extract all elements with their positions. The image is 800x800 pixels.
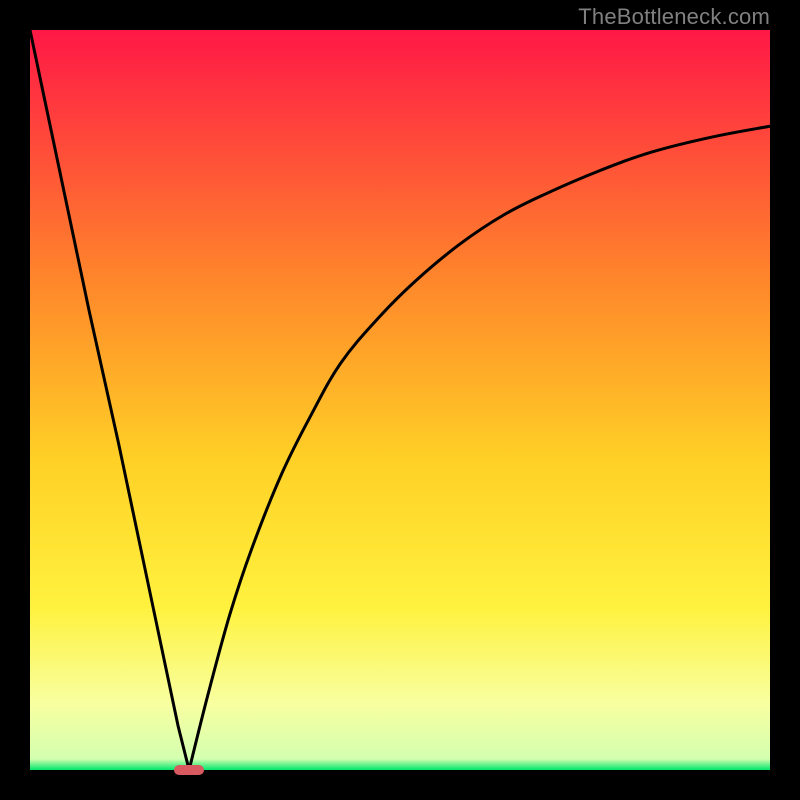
optimal-marker (174, 765, 204, 775)
plot-area (30, 30, 770, 770)
watermark-text: TheBottleneck.com (578, 4, 770, 30)
bottleneck-curve (30, 30, 770, 770)
chart-frame: TheBottleneck.com (0, 0, 800, 800)
